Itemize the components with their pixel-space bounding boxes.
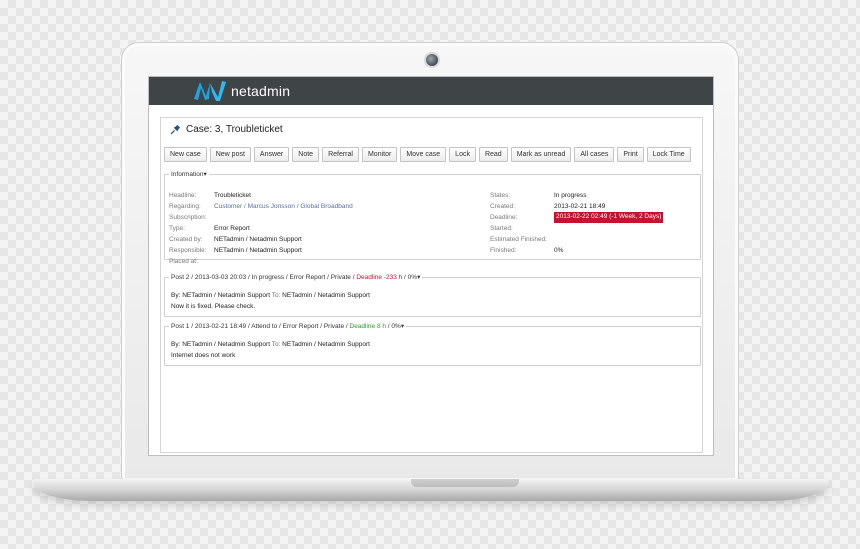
info-row: Placed at: <box>169 256 353 267</box>
info-row: Responsible: NETadmin / Netadmin Support <box>169 245 353 256</box>
info-row: Finished: 0% <box>490 245 663 256</box>
info-row: Created by: NETadmin / Netadmin Support <box>169 234 353 245</box>
information-legend-label: Information <box>171 171 204 178</box>
mark-as-unread-button[interactable]: Mark as unread <box>510 147 572 162</box>
print-button[interactable]: Print <box>617 147 644 162</box>
case-header: Case: 3, Troubleticket <box>161 118 702 140</box>
info-label: Started: <box>490 225 513 232</box>
info-label: Subscription: <box>169 214 207 221</box>
post-author: NETadmin / Netadmin Support <box>182 341 270 348</box>
info-row: Headline: Troubleticket <box>169 190 353 201</box>
info-value: Troubleticket <box>214 192 251 199</box>
info-row: Regarding: Customer / Marcus Jonsson / Gl… <box>169 201 353 212</box>
info-label: Created by: <box>169 236 203 243</box>
info-label: Type: <box>169 225 185 232</box>
trackpad-notch <box>411 479 519 487</box>
new-case-button[interactable]: New case <box>164 147 207 162</box>
all-cases-button[interactable]: All cases <box>574 147 615 162</box>
info-label: Estimated Finished: <box>490 236 548 243</box>
info-value: NETadmin / Netadmin Support <box>214 236 302 243</box>
netadmin-logo-icon <box>194 81 226 101</box>
info-label: Finished: <box>490 247 517 254</box>
webcam <box>424 52 440 68</box>
info-row: Type: Error Report <box>169 223 353 234</box>
chevron-down-icon[interactable]: ▾ <box>417 274 420 281</box>
read-button[interactable]: Read <box>478 147 508 162</box>
info-label: Regarding: <box>169 203 201 210</box>
lock-button[interactable]: Lock <box>449 147 476 162</box>
post-by-label: By: <box>171 292 183 299</box>
info-label: States: <box>490 192 511 199</box>
chevron-down-icon[interactable]: ▾ <box>204 171 207 178</box>
info-row: Created: 2013-02-21 18:49 <box>490 201 663 212</box>
info-row: Subscription: <box>169 212 353 223</box>
post-2: Post 2 / 2013-03-03 20:03 / In progress … <box>164 273 701 317</box>
post-progress: / 0% <box>386 323 401 330</box>
info-value: Error Report <box>214 225 250 232</box>
info-row: Deadline: 2013-02-22 02:49 (-1 Week, 2 Da… <box>490 212 664 223</box>
post-1: Post 1 / 2013-02-21 18:49 / Attend to / … <box>164 322 701 366</box>
info-label: Created: <box>490 203 515 210</box>
post-progress: / 0% <box>402 274 418 281</box>
post-by-line: By: NETadmin / Netadmin Support To: NETa… <box>171 340 370 350</box>
referral-button[interactable]: Referral <box>322 147 359 162</box>
information-legend[interactable]: Information▾ <box>169 170 209 178</box>
post-to-label: To: <box>270 341 283 348</box>
info-label: Deadline: <box>490 214 518 221</box>
move-case-button[interactable]: Move case <box>400 147 447 162</box>
answer-button[interactable]: Answer <box>253 147 290 162</box>
pin-icon[interactable] <box>170 124 181 135</box>
post-deadline: Deadline 8 h <box>349 323 387 330</box>
deadline-badge: 2013-02-22 02:49 (-1 Week, 2 Days) <box>554 212 664 223</box>
post-deadline: Deadline -233 h <box>356 274 403 281</box>
post-recipient: NETadmin / Netadmin Support <box>282 341 370 348</box>
info-row: Estimated Finished: <box>490 234 663 245</box>
regarding-link[interactable]: Customer / Marcus Jonsson / Global Broad… <box>214 201 353 212</box>
information-left-column: Headline: Troubleticket Regarding: Customer… <box>169 190 353 267</box>
info-label: Headline: <box>169 192 197 199</box>
post-to-label: To: <box>270 292 283 299</box>
screen: netadmin Case: 3, Troubleticket New case… <box>148 76 714 456</box>
information-section: Information▾ Headline: Troubleticket Regar… <box>164 170 701 265</box>
laptop-base <box>33 479 829 501</box>
post-text: Now it is fixed. Please check. <box>171 303 256 310</box>
post-recipient: NETadmin / Netadmin Support <box>282 292 370 299</box>
case-title: Case: 3, Troubleticket <box>186 123 283 135</box>
information-right-column: States: In progress Created: 2013-02-21 18:… <box>490 190 664 256</box>
info-label: Placed at: <box>169 258 198 265</box>
post-body: By: NETadmin / Netadmin Support To: NETa… <box>171 340 370 361</box>
info-value: 0% <box>554 247 564 254</box>
case-toolbar: New case New post Answer Note Referral Monito… <box>164 146 699 163</box>
info-value: NETadmin / Netadmin Support <box>214 247 302 254</box>
brand-name: netadmin <box>231 83 291 99</box>
post-author: NETadmin / Netadmin Support <box>182 292 270 299</box>
post-meta: Post 1 / 2013-02-21 18:49 / Attend to / … <box>171 323 350 330</box>
post-legend[interactable]: Post 1 / 2013-02-21 18:49 / Attend to / … <box>169 322 406 330</box>
info-value: In progress <box>554 192 587 199</box>
post-meta: Post 2 / 2013-03-03 20:03 / In progress … <box>171 274 357 281</box>
new-post-button[interactable]: New post <box>209 147 251 162</box>
post-legend[interactable]: Post 2 / 2013-03-03 20:03 / In progress … <box>169 273 422 281</box>
post-text: Internet does not work <box>171 352 236 359</box>
app-header: netadmin <box>149 77 713 105</box>
post-body: By: NETadmin / Netadmin Support To: NETa… <box>171 291 370 312</box>
post-by-label: By: <box>171 341 183 348</box>
info-row: States: In progress <box>490 190 663 201</box>
case-panel: Case: 3, Troubleticket New case New post A… <box>160 117 703 453</box>
info-label: Responsible: <box>169 247 207 254</box>
monitor-button[interactable]: Monitor <box>361 147 398 162</box>
info-value: 2013-02-21 18:49 <box>554 203 606 210</box>
info-row: Started: <box>490 223 663 234</box>
lock-time-button[interactable]: Lock Time <box>646 147 691 162</box>
post-by-line: By: NETadmin / Netadmin Support To: NETa… <box>171 291 370 301</box>
note-button[interactable]: Note <box>292 147 320 162</box>
chevron-down-icon[interactable]: ▾ <box>401 323 404 330</box>
